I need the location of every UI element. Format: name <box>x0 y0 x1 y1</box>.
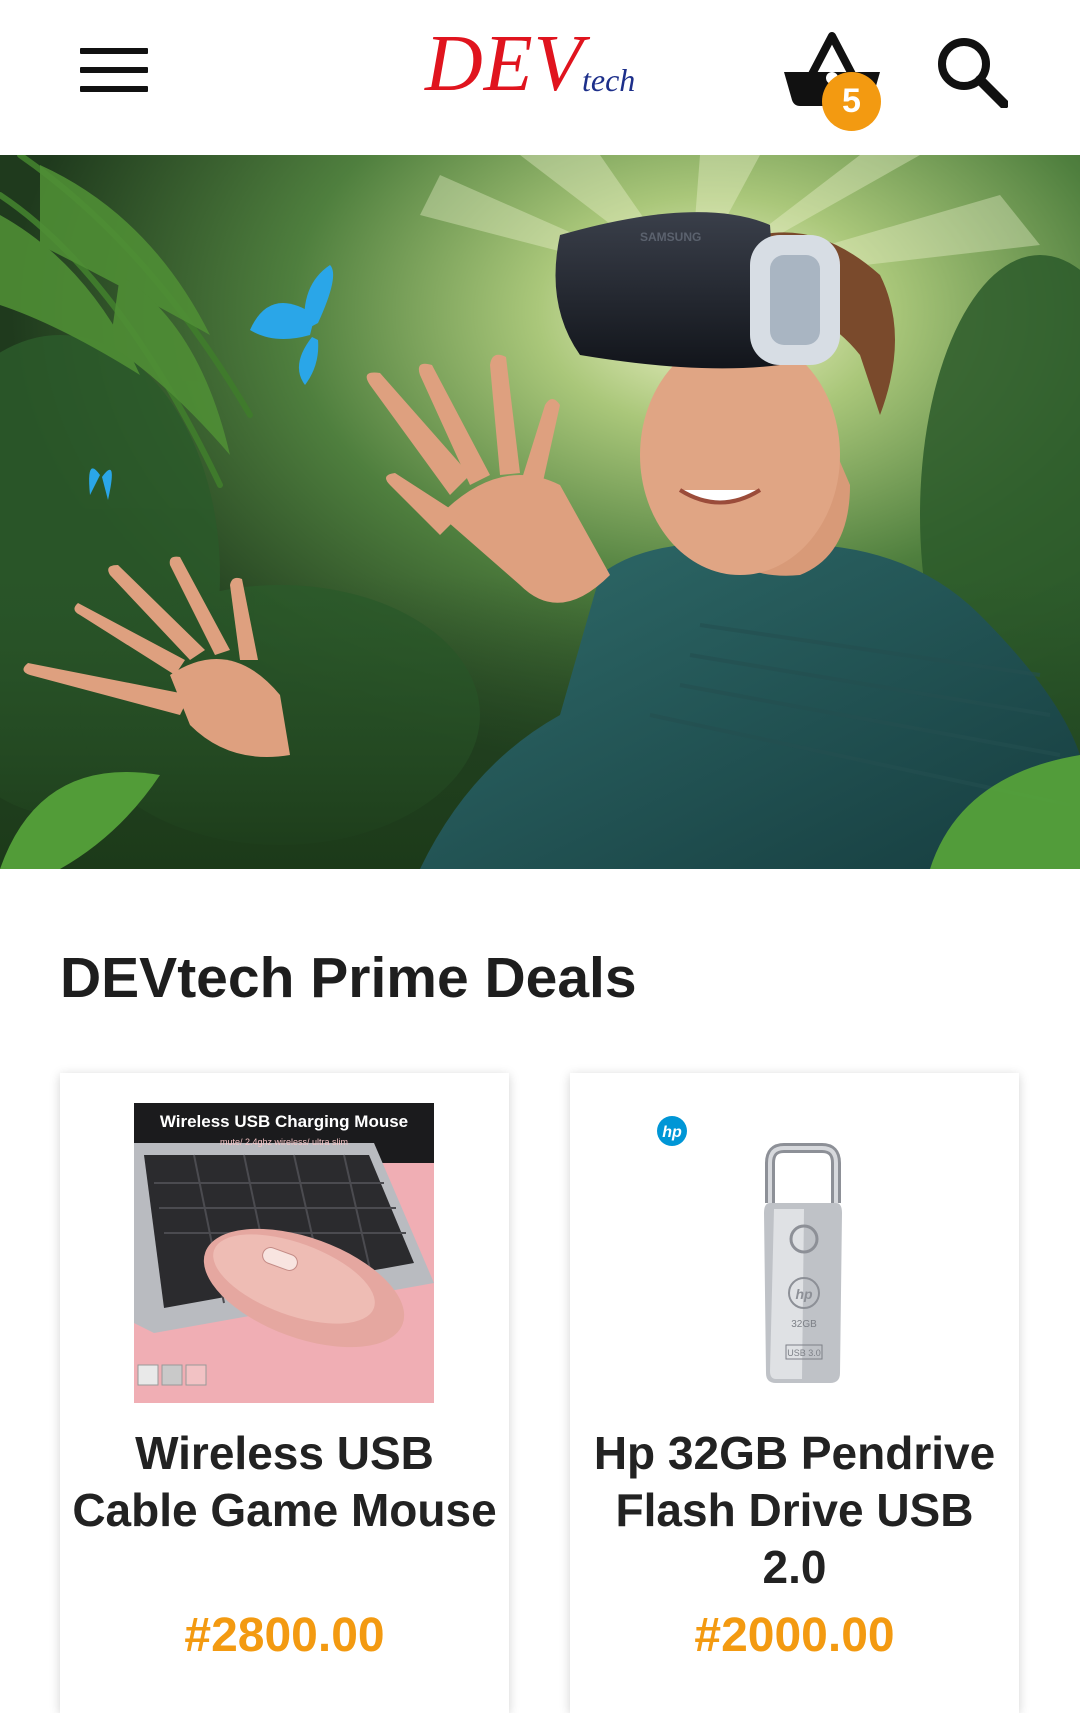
product-image-wireless-mouse[interactable]: Wireless USB Charging Mouse mute/ 2.4ghz… <box>134 1103 434 1403</box>
hero-banner-vr-image[interactable]: SAMSUNG <box>0 155 1080 869</box>
product-name[interactable]: Hp 32GB Pendrive Flash Drive USB 2.0 <box>580 1425 1009 1596</box>
product-card[interactable]: Wireless USB Charging Mouse mute/ 2.4ghz… <box>60 1073 509 1713</box>
cart-count-badge: 5 <box>822 72 881 131</box>
app-header: DEV tech 5 <box>0 0 1080 155</box>
product-name[interactable]: Wireless USB Cable Game Mouse <box>70 1425 499 1539</box>
section-title: DEVtech Prime Deals <box>60 946 637 1010</box>
product-image-hp-pendrive[interactable]: hp hp 32GB USB 3.0 <box>644 1103 944 1403</box>
logo-sub-text: tech <box>582 62 636 98</box>
mouse-image-subtitle: mute/ 2.4ghz wireless/ ultra slim <box>220 1137 348 1147</box>
logo-main-text: DEV <box>425 20 584 108</box>
hamburger-menu-icon[interactable] <box>78 44 150 96</box>
search-icon[interactable] <box>936 36 1009 109</box>
product-card[interactable]: hp hp 32GB USB 3.0 Hp 32GB Pendrive Flas… <box>570 1073 1019 1713</box>
product-price: #2800.00 <box>184 1609 385 1662</box>
vr-headset-brand-label: SAMSUNG <box>640 230 701 244</box>
mouse-image-title: Wireless USB Charging Mouse <box>160 1112 408 1131</box>
hp-logo-text: hp <box>662 1124 682 1141</box>
devtech-logo[interactable]: DEV tech <box>425 24 665 104</box>
drive-usb-label: USB 3.0 <box>787 1348 821 1358</box>
drive-capacity-label: 32GB <box>791 1319 817 1330</box>
product-price: #2000.00 <box>694 1609 895 1662</box>
svg-text:hp: hp <box>795 1286 813 1302</box>
